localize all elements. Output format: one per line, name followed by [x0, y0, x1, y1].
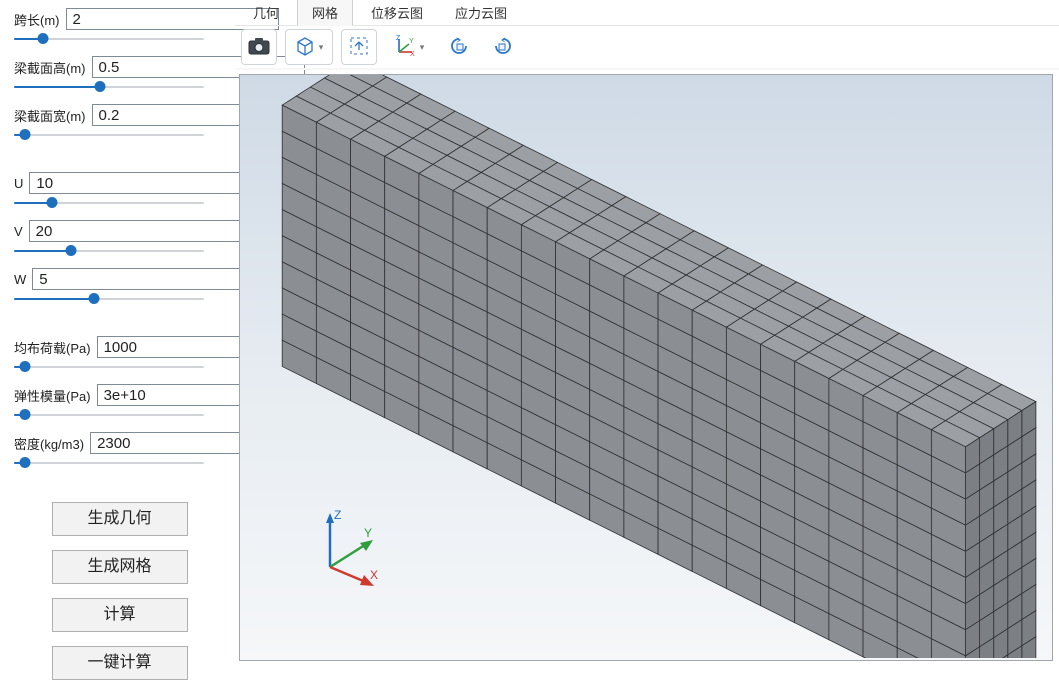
rotate-ccw-button[interactable]	[441, 29, 477, 65]
slider-w[interactable]	[14, 292, 204, 306]
tab-mesh[interactable]: 网格	[297, 0, 353, 26]
slider-span-length[interactable]	[14, 32, 204, 46]
svg-text:Z: Z	[396, 35, 401, 42]
param-label-load: 均布荷载(Pa)	[14, 338, 91, 357]
svg-text:X: X	[370, 568, 378, 582]
svg-text:Y: Y	[409, 38, 414, 45]
slider-density[interactable]	[14, 456, 204, 470]
view-tabs: 几何 网格 位移云图 应力云图	[235, 0, 1059, 26]
generate-mesh-button[interactable]: 生成网格	[52, 550, 188, 584]
slider-v[interactable]	[14, 244, 204, 258]
parameters-panel: 跨长(m) 梁截面高(m) 梁截面宽(m)	[0, 0, 235, 667]
camera-icon	[248, 37, 270, 58]
fit-view-icon	[349, 36, 369, 59]
slider-u[interactable]	[14, 196, 204, 210]
slider-load[interactable]	[14, 360, 204, 374]
fit-view-button[interactable]	[341, 29, 377, 65]
param-label-u: U	[14, 176, 23, 191]
svg-text:Z: Z	[334, 508, 341, 522]
cube-icon	[295, 36, 315, 59]
generate-geometry-button[interactable]: 生成几何	[52, 502, 188, 536]
rotate-ccw-icon	[447, 34, 471, 61]
orientation-triad: Z Y X	[310, 507, 390, 590]
param-label-span: 跨长(m)	[14, 10, 60, 29]
axis-triad-icon: Z YX	[394, 35, 416, 60]
svg-text:Y: Y	[364, 526, 372, 540]
screenshot-button[interactable]	[241, 29, 277, 65]
svg-text:X: X	[410, 51, 415, 58]
view-cube-dropdown[interactable]	[285, 29, 333, 65]
tab-displacement[interactable]: 位移云图	[357, 0, 437, 25]
tab-stress[interactable]: 应力云图	[441, 0, 521, 25]
param-label-w: W	[14, 272, 26, 287]
param-label-density: 密度(kg/m3)	[14, 434, 84, 453]
axis-triad-dropdown[interactable]: Z YX	[385, 29, 433, 65]
input-w[interactable]	[32, 268, 245, 290]
viewport-3d[interactable]: Z Y X	[239, 74, 1053, 661]
rotate-cw-icon	[491, 34, 515, 61]
rotate-cw-button[interactable]	[485, 29, 521, 65]
slider-modulus[interactable]	[14, 408, 204, 422]
slider-section-width[interactable]	[14, 128, 204, 142]
slider-section-height[interactable]	[14, 80, 204, 94]
viewport-toolbar: Z YX	[235, 26, 1059, 70]
param-label-v: V	[14, 224, 23, 239]
param-label-modulus: 弹性模量(Pa)	[14, 386, 91, 405]
param-label-sec-w: 梁截面宽(m)	[14, 106, 86, 125]
one-key-solve-button[interactable]: 一键计算	[52, 646, 188, 680]
input-v[interactable]	[29, 220, 242, 242]
solve-button[interactable]: 计算	[52, 598, 188, 632]
input-u[interactable]	[29, 172, 242, 194]
tab-geometry[interactable]: 几何	[239, 0, 293, 25]
param-label-sec-h: 梁截面高(m)	[14, 58, 86, 77]
